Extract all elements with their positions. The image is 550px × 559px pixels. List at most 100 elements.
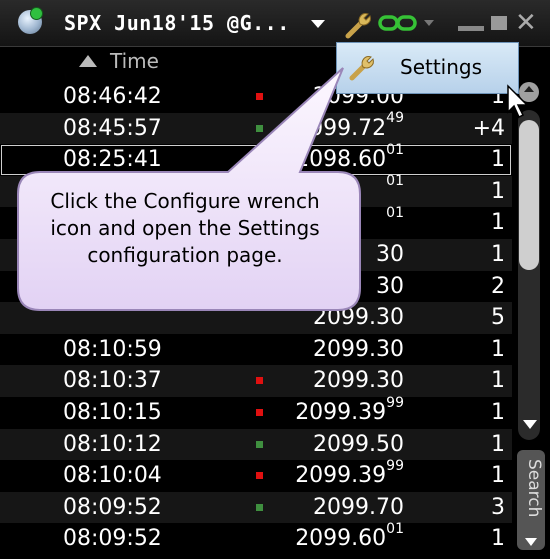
table-row[interactable]: 08:09:52 2099.70 3 [0, 491, 512, 524]
trade-time: 08:45:57 [63, 115, 162, 141]
trade-size: 1 [491, 431, 505, 457]
trade-price: 2099.6001 [295, 520, 404, 554]
table-row[interactable]: 08:10:15 2099.3999 1 [0, 394, 512, 429]
settings-label: Settings [400, 55, 483, 79]
trade-time: 08:10:12 [63, 431, 162, 457]
trade-size: 1 [491, 368, 505, 394]
search-label[interactable]: Search [518, 459, 544, 539]
trade-time: 08:09:52 [63, 526, 162, 552]
trade-time: 08:10:04 [63, 463, 162, 489]
table-row[interactable]: 08:45:57 2099.7249 +4 [0, 110, 512, 145]
uptick-icon [256, 503, 263, 511]
callout-line: configuration page. [87, 243, 283, 267]
trade-price-fraction: 99 [386, 394, 404, 411]
trade-price: 2099.7249 [295, 110, 404, 144]
trade-size: 1 [491, 210, 505, 236]
wrench-icon [349, 56, 374, 81]
title-bar: SPX Jun18'15 @G... ✕ [0, 0, 550, 47]
trade-time: 08:10:59 [63, 336, 162, 362]
wrench-icon[interactable] [343, 9, 375, 41]
link-dropdown-icon[interactable] [424, 20, 434, 26]
trade-price: 2098.6001 [295, 141, 404, 175]
trade-price-fraction: 01 [386, 520, 404, 537]
trade-size: 1 [491, 241, 505, 267]
table-row[interactable]: 08:10:04 2099.3999 1 [0, 457, 512, 492]
table-row[interactable]: 30 2 [0, 271, 512, 303]
trade-price: 2099.30 [313, 365, 404, 396]
trade-price-main: 2098.60 [295, 147, 387, 173]
trade-price-main: 2099.70 [313, 494, 404, 520]
chevron-down-icon[interactable] [311, 20, 325, 28]
trade-time: 08:09:52 [63, 494, 162, 520]
trade-time: 08:25:41 [63, 147, 162, 173]
trade-price: 01 [386, 173, 404, 207]
trade-price-main: 2099.39 [295, 399, 387, 425]
downtick-icon [256, 377, 263, 385]
trade-price: 30 [376, 271, 404, 302]
trade-price-main: 2099.39 [295, 463, 387, 489]
trade-size: 1 [491, 526, 505, 552]
table-row[interactable]: 08:10:12 2099.50 1 [0, 428, 512, 461]
callout-line: Click the Configure wrench [50, 189, 320, 213]
trade-price-fraction: 01 [386, 205, 404, 222]
trade-price-main: 30 [376, 241, 404, 267]
trade-size: 2 [491, 273, 505, 299]
trade-size: +4 [472, 115, 505, 141]
trade-size: 1 [491, 178, 505, 204]
table-row[interactable]: 2099.30 5 [0, 302, 512, 334]
trade-price: 2099.3999 [295, 394, 404, 428]
downtick-icon [256, 408, 263, 416]
trade-price: 01 [386, 205, 404, 238]
trade-price-main: 2099.30 [313, 336, 404, 362]
link-icon[interactable] [378, 13, 418, 33]
trade-price-fraction: 49 [386, 110, 404, 127]
window-title[interactable]: SPX Jun18'15 @G... [64, 11, 290, 35]
table-row[interactable]: 08:10:37 2099.30 1 [0, 365, 512, 397]
uptick-icon [256, 440, 263, 448]
scrollbar-thumb[interactable] [519, 120, 539, 270]
trades-table: 08:46:42 2099.00 1 08:45:57 2099.7249 +4 08:25… [0, 81, 512, 555]
trade-price-main: 30 [376, 273, 404, 299]
trade-size: 5 [491, 305, 505, 331]
trade-size: 1 [491, 336, 505, 362]
trade-price: 2099.30 [313, 334, 404, 365]
globe-icon[interactable] [18, 7, 43, 34]
trade-price: 2099.50 [313, 429, 404, 460]
trade-size: 1 [491, 399, 505, 425]
trade-price-main: 2099.60 [295, 526, 387, 552]
trade-price-main: 2099.50 [313, 431, 404, 457]
trade-time: 08:46:42 [63, 84, 162, 109]
trade-price-fraction: 99 [386, 457, 404, 474]
callout-line: icon and open the Settings [50, 216, 320, 240]
trade-size: 1 [491, 147, 505, 173]
trade-price-main: 2099.30 [313, 368, 404, 394]
trade-price-main: 2099.72 [295, 115, 387, 141]
trade-price-fraction: 01 [386, 141, 404, 158]
table-row[interactable]: 08:10:59 2099.30 1 [0, 334, 512, 366]
trade-time: 08:10:15 [63, 399, 162, 425]
time-column-header[interactable]: Time [110, 49, 159, 73]
maximize-button[interactable] [491, 16, 507, 30]
settings-menu-item[interactable]: Settings [336, 42, 519, 94]
table-row[interactable]: 08:25:41 2098.6001 1 [0, 141, 512, 176]
callout-text: Click the Configure wrench icon and open… [26, 188, 344, 269]
scroll-down-icon[interactable] [523, 420, 537, 429]
table-row[interactable]: 08:09:52 2099.6001 1 [0, 520, 512, 555]
trade-price: 2099.30 [313, 302, 404, 333]
trade-price: 30 [376, 239, 404, 270]
downtick-icon [256, 472, 263, 480]
trade-price-fraction: 01 [386, 173, 404, 190]
mouse-cursor-icon [507, 84, 529, 119]
sort-ascending-icon[interactable] [79, 55, 97, 67]
search-dropdown-icon[interactable] [525, 538, 537, 546]
trade-price: 2099.3999 [295, 457, 404, 491]
uptick-icon [256, 124, 263, 132]
trade-size: 1 [491, 463, 505, 489]
trade-size: 3 [491, 494, 505, 520]
trade-price-main: 2099.30 [313, 305, 404, 331]
trade-price: 2099.70 [313, 492, 404, 523]
trade-time: 08:10:37 [63, 368, 162, 394]
minimize-button[interactable] [458, 26, 484, 31]
time-and-sales-window: SPX Jun18'15 @G... ✕ Time 08:46:42 2099.0… [0, 0, 550, 559]
close-icon[interactable]: ✕ [515, 10, 537, 36]
